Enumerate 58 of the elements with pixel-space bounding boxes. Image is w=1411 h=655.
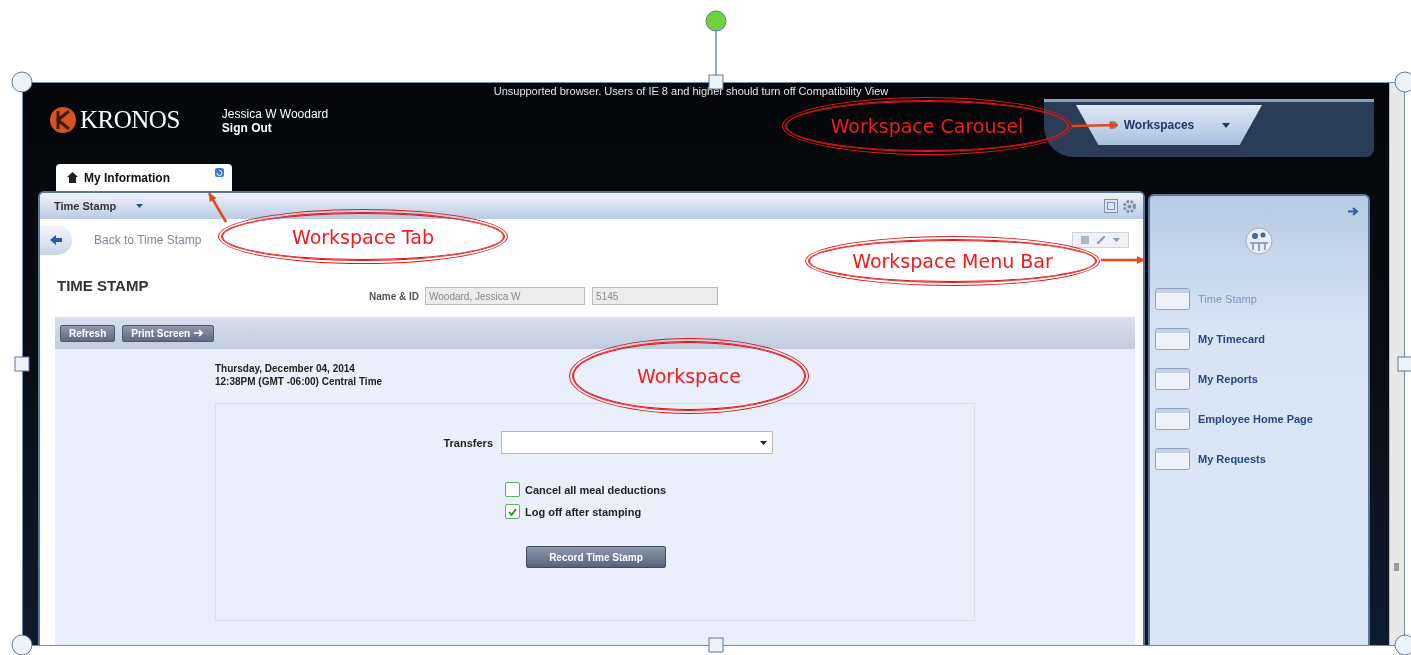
logo-icon [49, 106, 77, 134]
sign-out-link[interactable]: Sign Out [221, 121, 329, 135]
checkbox-label: Cancel all meal deductions [525, 483, 667, 496]
browser-notice: Unsupported browser. Users of IE 8 and higher should turn off Compatibility View [492, 84, 890, 99]
checkbox-label: Log off after stamping [525, 505, 642, 518]
window-icon [1155, 328, 1190, 350]
date-text: Thursday, December 04, 2014 [215, 363, 355, 374]
resize-handle[interactable] [11, 634, 33, 655]
field-label: Name & ID [369, 291, 419, 302]
menu-bar-item[interactable]: My Timecard [1155, 328, 1368, 350]
checkmark-icon [508, 507, 517, 516]
resize-handle[interactable] [1397, 356, 1411, 372]
user-name: Jessica W Woodard [221, 107, 329, 121]
window-icon [1155, 368, 1190, 390]
menu-bar-item[interactable]: My Reports [1155, 368, 1368, 390]
resize-handle[interactable] [1394, 634, 1411, 655]
checkbox[interactable] [505, 482, 520, 497]
rotate-handle[interactable] [705, 10, 727, 76]
workspace-tab[interactable]: My Information [56, 164, 232, 191]
arrow-icon [194, 329, 206, 337]
refresh-button[interactable]: Refresh [60, 324, 116, 342]
home-icon [67, 172, 78, 183]
settings-icon[interactable] [1122, 198, 1137, 214]
maximize-icon[interactable] [1104, 199, 1118, 213]
collapse-arrow-icon[interactable] [1348, 207, 1359, 216]
back-button[interactable] [40, 225, 72, 255]
workspaces-button[interactable]: Workspaces [1076, 105, 1262, 145]
print-screen-button[interactable]: Print Screen [122, 324, 215, 342]
view-toolbar[interactable] [1072, 232, 1129, 248]
checkbox[interactable] [505, 504, 520, 519]
annotation-arrow [1071, 121, 1119, 130]
refresh-icon [215, 168, 224, 177]
resize-handle[interactable] [1394, 71, 1411, 93]
window-icon [1155, 448, 1190, 470]
resize-handle[interactable] [708, 637, 724, 653]
time-text: 12:38PM (GMT -06:00) Central Time [215, 376, 383, 387]
resize-handle[interactable] [14, 356, 30, 372]
back-arrow-icon [50, 235, 62, 245]
caret-icon [1222, 122, 1231, 128]
grid-icon [1081, 236, 1089, 244]
record-button[interactable]: Record Time Stamp [526, 546, 666, 568]
resize-handle[interactable] [11, 71, 33, 93]
page-heading: TIME STAMP [57, 277, 150, 294]
scrollbar[interactable] [1389, 83, 1404, 645]
annotation-arrow [207, 192, 228, 223]
caret-icon [136, 204, 144, 208]
logo-text: KRONOS [80, 106, 180, 134]
workspace-menu-button[interactable]: Time Stamp [54, 200, 144, 212]
caret-icon [1113, 238, 1120, 242]
field-label: Transfers [442, 436, 493, 449]
menu-bar-item[interactable]: My Requests [1155, 448, 1368, 470]
pencil-icon [1097, 236, 1105, 244]
back-link[interactable]: Back to Time Stamp [94, 233, 202, 247]
window-icon [1155, 288, 1190, 310]
window-icon [1155, 408, 1190, 430]
caret-icon [760, 440, 767, 445]
menu-bar-item[interactable]: Employee Home Page [1155, 408, 1368, 430]
annotation-arrow [1101, 256, 1145, 264]
